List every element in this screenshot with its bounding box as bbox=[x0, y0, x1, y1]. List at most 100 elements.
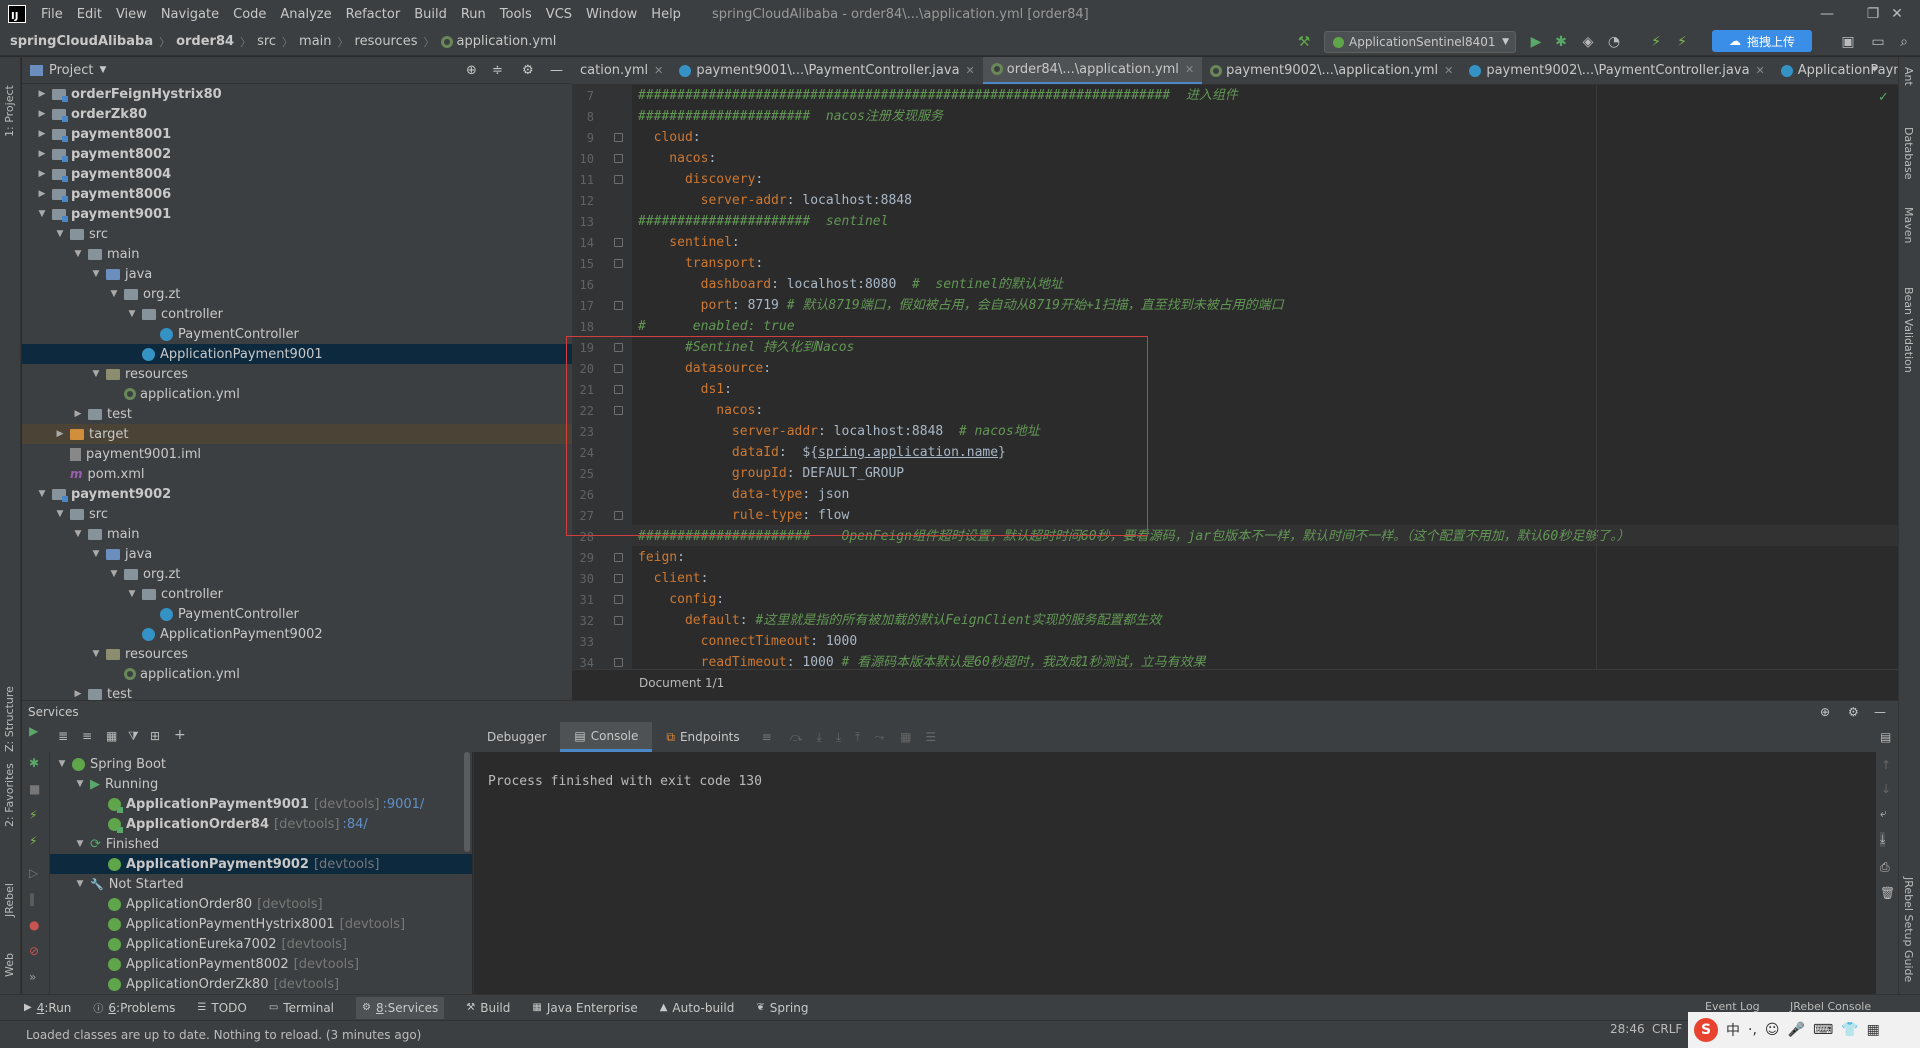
menu-build[interactable]: Build bbox=[407, 7, 454, 22]
chevron-right-icon[interactable]: ▶ bbox=[72, 409, 84, 419]
chevron-right-icon[interactable]: ▶ bbox=[36, 169, 48, 179]
coverage-icon[interactable]: ◈ bbox=[1580, 34, 1596, 50]
tree-item[interactable]: ▶ payment8002 bbox=[22, 144, 572, 164]
tree-item[interactable]: ▼ java bbox=[22, 264, 572, 284]
tree-item[interactable]: ▼ resources bbox=[22, 644, 572, 664]
menu-vcs[interactable]: VCS bbox=[539, 7, 579, 22]
soft-wrap-icon[interactable]: ⤶ bbox=[1880, 806, 1887, 821]
chevron-down-icon[interactable]: ▼ bbox=[126, 309, 138, 319]
more-icon[interactable]: » bbox=[29, 970, 36, 984]
tree-item[interactable]: m pom.xml bbox=[22, 464, 572, 484]
crumb-main[interactable]: main bbox=[299, 34, 331, 49]
jrebel-run-icon[interactable]: ⚡ bbox=[1648, 34, 1664, 50]
gear-icon[interactable]: ⚙ bbox=[1848, 705, 1859, 719]
chevron-right-icon[interactable]: ▶ bbox=[54, 429, 66, 439]
tree-item[interactable]: ▼ payment9002 bbox=[22, 484, 572, 504]
chevron-right-icon[interactable]: ▶ bbox=[36, 129, 48, 139]
expand-all-icon[interactable]: ≣ bbox=[58, 729, 68, 743]
web-tool-label[interactable]: Web bbox=[3, 953, 16, 977]
tree-item[interactable]: ▼ src bbox=[22, 504, 572, 524]
editor-tab[interactable]: ApplicationPayment9001.java✕ bbox=[1773, 57, 1898, 84]
trash-icon[interactable]: 🗑 bbox=[1880, 886, 1895, 900]
tree-item[interactable]: ▼ controller bbox=[22, 584, 572, 604]
scroll-to-end-icon[interactable]: ⤓ bbox=[1880, 832, 1886, 847]
tree-item[interactable]: application.yml bbox=[22, 384, 572, 404]
pause-icon[interactable]: ‖ bbox=[29, 892, 35, 906]
chevron-down-icon[interactable]: ▼ bbox=[90, 269, 102, 279]
tree-item[interactable]: ▼ main bbox=[22, 244, 572, 264]
tool-todo[interactable]: ☰ TODO bbox=[197, 1001, 246, 1015]
service-item[interactable]: ApplicationEureka7002 [devtools] bbox=[50, 934, 472, 954]
code-line[interactable]: port: 8719 # 默认8719端口，假如被占用，会自动从8719开始+1… bbox=[638, 295, 1284, 316]
code-line[interactable]: sentinel: bbox=[638, 232, 739, 253]
crumb-project[interactable]: springCloudAlibaba bbox=[10, 34, 153, 49]
close-tab-icon[interactable]: ✕ bbox=[654, 64, 663, 77]
editor-tab[interactable]: payment9002\...\application.yml ✕ bbox=[1202, 57, 1461, 84]
project-tool-label[interactable]: 1: Project bbox=[3, 85, 16, 137]
close-tab-icon[interactable]: ✕ bbox=[966, 64, 975, 77]
ant-tool-label[interactable]: Ant bbox=[1902, 67, 1915, 86]
close-tab-icon[interactable]: ✕ bbox=[1185, 63, 1194, 76]
fold-marker-icon[interactable] bbox=[614, 658, 623, 667]
chevron-right-icon[interactable]: ▶ bbox=[36, 149, 48, 159]
menu-file[interactable]: File bbox=[34, 7, 70, 22]
project-view-select[interactable]: Project bbox=[49, 63, 93, 78]
console-layout-icon[interactable]: ≡ bbox=[762, 730, 772, 744]
editor-tab[interactable]: order84\...\application.yml ✕ bbox=[982, 57, 1203, 84]
console-output[interactable]: Process finished with exit code 130 bbox=[488, 774, 762, 789]
code-line[interactable]: feign: bbox=[638, 547, 685, 568]
tree-item[interactable]: ▶ payment8001 bbox=[22, 124, 572, 144]
tree-item[interactable]: ▼ java bbox=[22, 544, 572, 564]
tree-item[interactable]: ApplicationPayment9002 bbox=[22, 624, 572, 644]
tab-endpoints[interactable]: ⧉ Endpoints bbox=[652, 722, 753, 752]
mute-breakpoints-icon[interactable]: ⊘ bbox=[29, 944, 39, 958]
filter-icon[interactable]: ⧩ bbox=[128, 729, 139, 744]
chevron-down-icon[interactable]: ▼ bbox=[56, 759, 68, 769]
code-line[interactable]: ###################### nacos注册发现服务 bbox=[638, 106, 943, 127]
tree-item[interactable]: ▶ payment8006 bbox=[22, 184, 572, 204]
tree-item[interactable]: payment9001.iml bbox=[22, 444, 572, 464]
code-line[interactable]: ########################################… bbox=[638, 85, 1238, 106]
build-hammer-icon[interactable]: ⚒ bbox=[1296, 34, 1312, 50]
menu-tools[interactable]: Tools bbox=[493, 7, 539, 22]
fold-marker-icon[interactable] bbox=[614, 175, 623, 184]
editor-tab[interactable]: payment9001\...\PaymentController.java ✕ bbox=[671, 57, 982, 84]
service-item[interactable]: ApplicationPaymentHystrix8001 [devtools] bbox=[50, 914, 472, 934]
tool-java-enterprise[interactable]: ▦ Java Enterprise bbox=[532, 1001, 637, 1015]
service-item[interactable]: ApplicationOrderZk80 [devtools] bbox=[50, 974, 472, 994]
chevron-down-icon[interactable]: ▼ bbox=[108, 289, 120, 299]
crumb-module[interactable]: order84 bbox=[176, 34, 234, 49]
menu-help[interactable]: Help bbox=[644, 7, 688, 22]
fold-marker-icon[interactable] bbox=[614, 259, 623, 268]
layout-settings-icon[interactable]: ▤ bbox=[1880, 730, 1891, 744]
chevron-down-icon[interactable]: ▼ bbox=[36, 489, 48, 499]
run-config-select[interactable]: ApplicationSentinel8401 ▼ bbox=[1324, 31, 1516, 53]
document-breadcrumb[interactable]: Document 1/1 bbox=[639, 676, 724, 690]
tree-item[interactable]: ▶ payment8004 bbox=[22, 164, 572, 184]
code-line[interactable]: # enabled: true bbox=[638, 316, 795, 337]
chevron-down-icon[interactable]: ▼ bbox=[36, 209, 48, 219]
add-service-icon[interactable]: + bbox=[174, 727, 186, 743]
fold-marker-icon[interactable] bbox=[614, 595, 623, 604]
run-icon[interactable]: ▶ bbox=[29, 724, 38, 738]
fold-marker-icon[interactable] bbox=[614, 133, 623, 142]
search-icon[interactable]: ⌕ bbox=[1896, 34, 1912, 50]
fold-marker-icon[interactable] bbox=[614, 553, 623, 562]
close-window-icon[interactable]: ✕ bbox=[1874, 0, 1920, 28]
service-item[interactable]: ApplicationOrder80 [devtools] bbox=[50, 894, 472, 914]
tree-item[interactable]: ▶ orderZk80 bbox=[22, 104, 572, 124]
tool-services[interactable]: ⚙ 8: Services bbox=[356, 996, 445, 1019]
code-line[interactable]: readTimeout: 1000 # 看源码本版本默认是60秒超时，我改成1秒… bbox=[638, 652, 1206, 669]
line-separator[interactable]: CRLF bbox=[1652, 1022, 1682, 1036]
tree-item[interactable]: ▼ payment9001 bbox=[22, 204, 572, 224]
hide-icon[interactable]: — bbox=[550, 63, 563, 78]
crumb-src[interactable]: src bbox=[257, 34, 276, 49]
menu-code[interactable]: Code bbox=[226, 7, 273, 22]
close-tab-icon[interactable]: ✕ bbox=[1756, 64, 1765, 77]
services-scrollbar[interactable] bbox=[464, 752, 470, 852]
structure-tool-label[interactable]: Z: Structure bbox=[3, 686, 16, 752]
chevron-down-icon[interactable]: ▼ bbox=[108, 569, 120, 579]
code-line[interactable]: dashboard: localhost:8080 # sentinel的默认地… bbox=[638, 274, 1063, 295]
port-link[interactable]: :9001/ bbox=[382, 797, 424, 812]
code-line[interactable]: transport: bbox=[638, 253, 763, 274]
